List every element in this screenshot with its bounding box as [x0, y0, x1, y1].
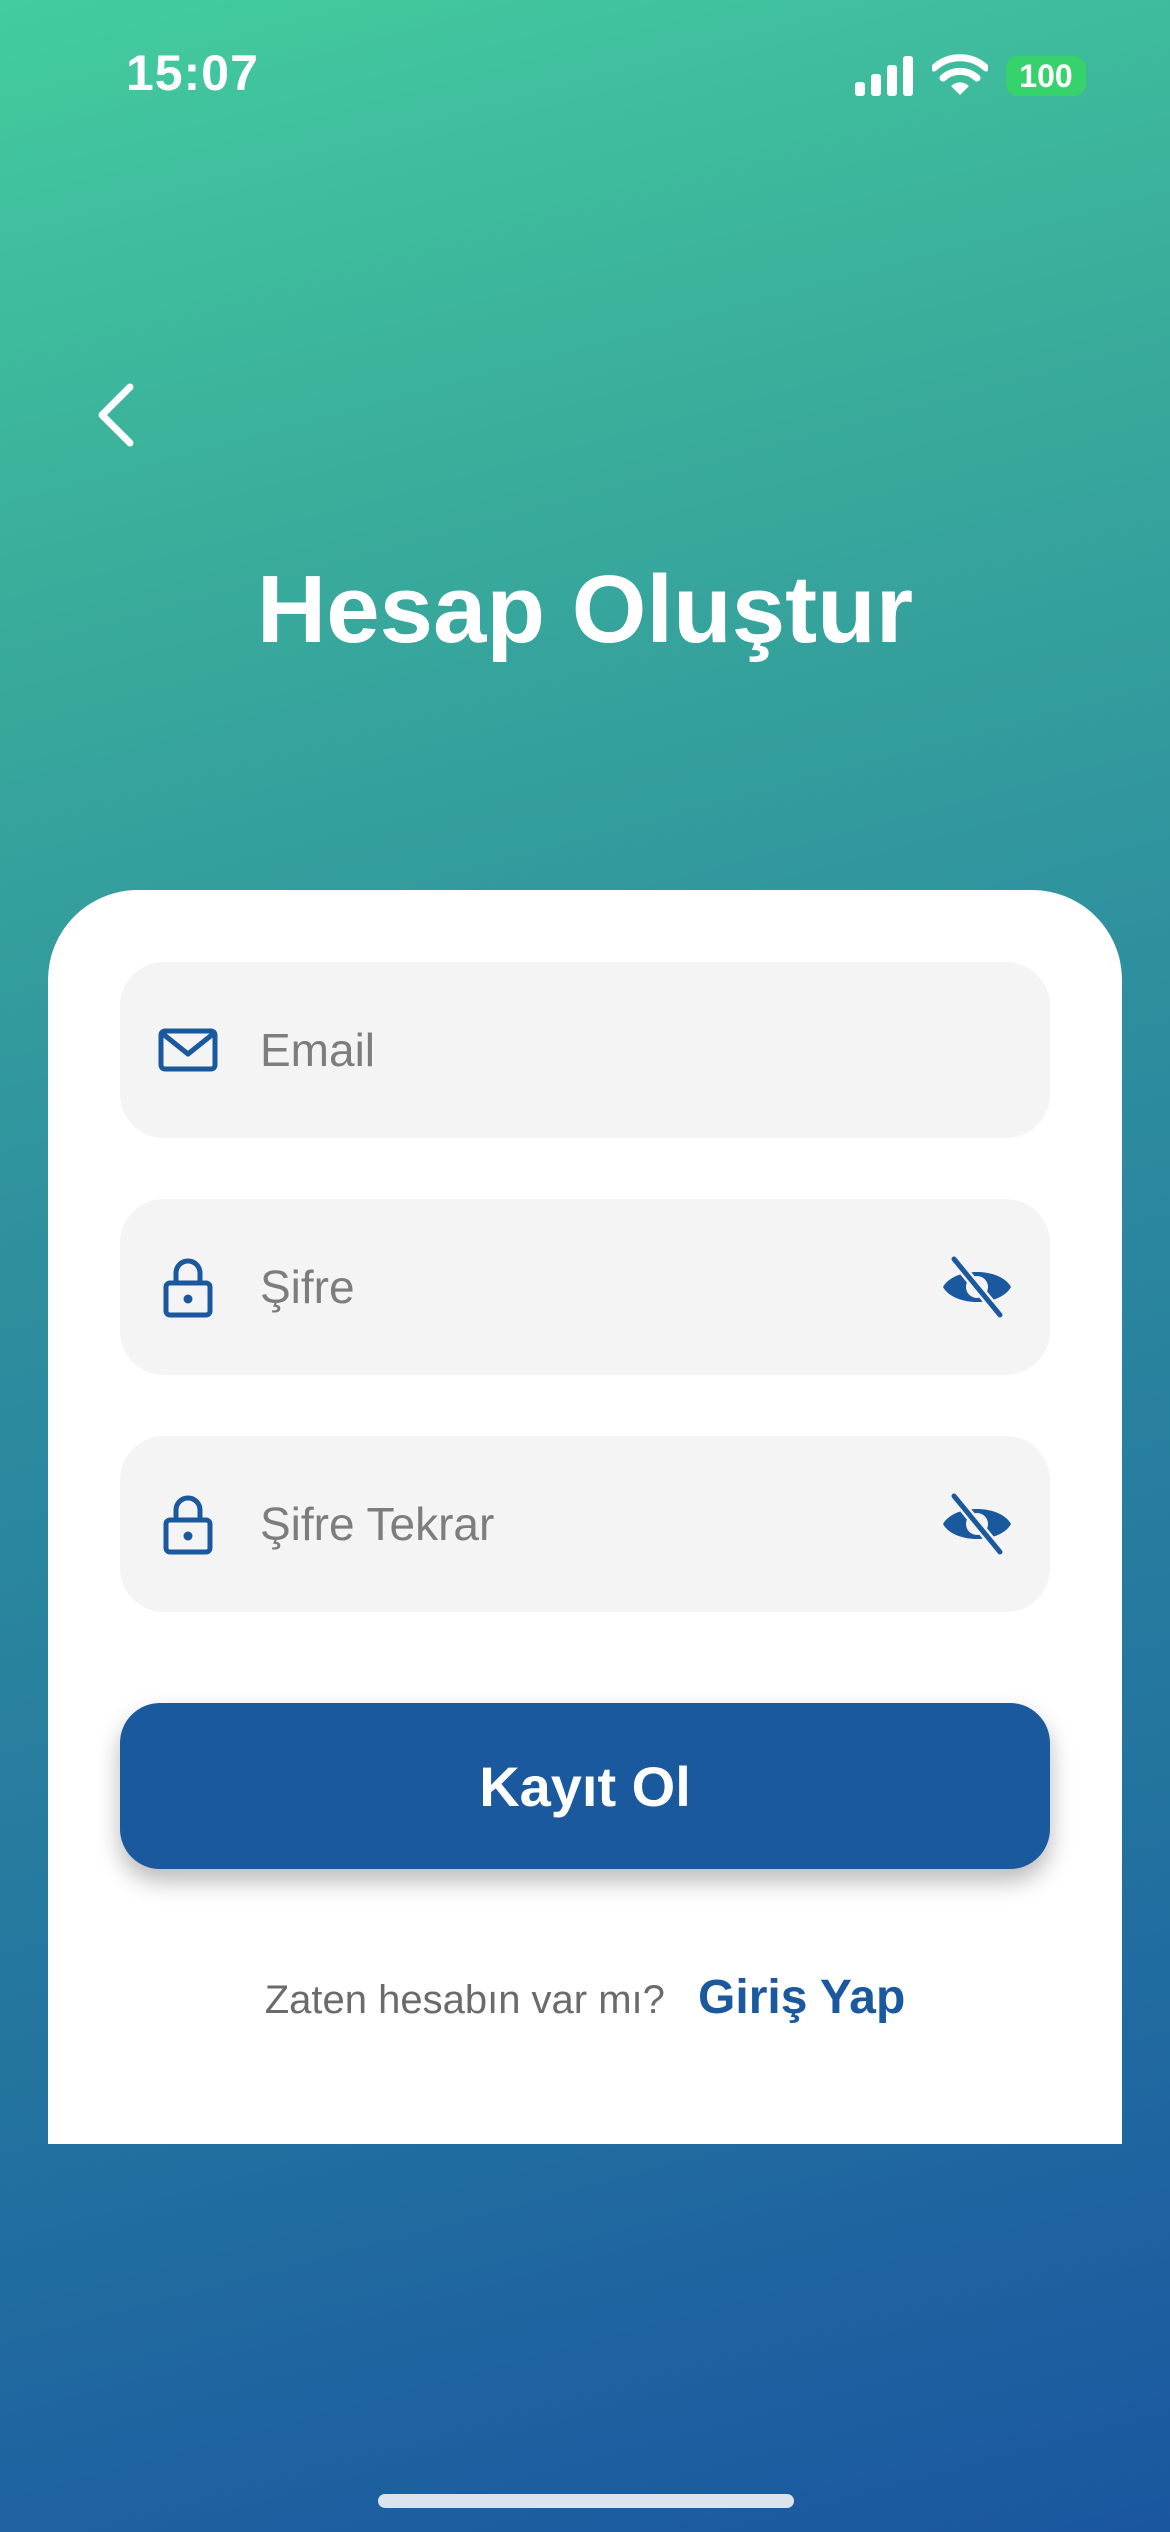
register-button[interactable]: Kayıt Ol	[120, 1703, 1050, 1869]
email-input[interactable]	[260, 962, 900, 1138]
cellular-signal-icon	[855, 56, 913, 96]
email-field[interactable]	[120, 962, 1050, 1138]
page-title: Hesap Oluştur	[256, 556, 914, 663]
mail-icon	[158, 1028, 218, 1072]
chevron-left-icon	[98, 383, 134, 447]
back-button[interactable]	[76, 370, 156, 460]
password-repeat-input[interactable]	[260, 1436, 900, 1612]
battery-indicator: 100	[1006, 56, 1086, 96]
password-input[interactable]	[260, 1199, 900, 1375]
register-form-card: Kayıt Ol Zaten hesabın var mı? Giriş Yap	[48, 890, 1122, 2144]
status-time: 15:07	[126, 45, 259, 101]
password-field[interactable]	[120, 1199, 1050, 1375]
lock-icon	[163, 1258, 213, 1318]
login-link[interactable]: Giriş Yap	[698, 1971, 905, 2024]
login-prompt: Zaten hesabın var mı? Giriş Yap	[48, 1970, 1122, 2025]
status-bar: 15:07 100	[0, 0, 1170, 150]
home-indicator	[378, 2494, 794, 2508]
password-repeat-field[interactable]	[120, 1436, 1050, 1612]
eye-off-icon[interactable]	[940, 1490, 1014, 1558]
wifi-icon	[932, 54, 988, 95]
lock-icon	[163, 1495, 213, 1555]
eye-off-icon[interactable]	[940, 1253, 1014, 1321]
login-question: Zaten hesabın var mı?	[264, 1978, 665, 2022]
